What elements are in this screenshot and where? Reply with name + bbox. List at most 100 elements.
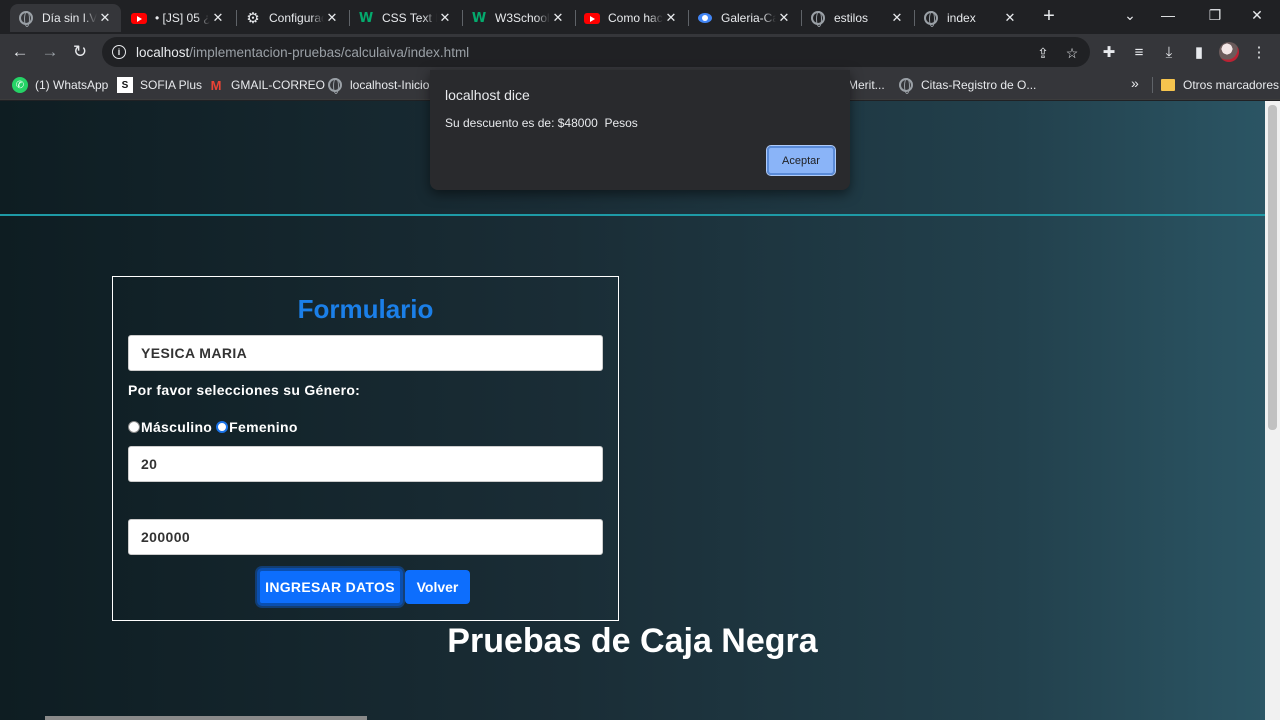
minimize-button[interactable]: — [1145, 0, 1191, 30]
url-path: /implementacion-pruebas/calculaiva/index… [189, 44, 470, 60]
tab-w3schools[interactable]: W W3Schools ✕ [463, 4, 574, 32]
ingresar-datos-button[interactable]: INGRESAR DATOS [257, 568, 403, 606]
name-input[interactable]: YESICA MARIA [128, 335, 603, 371]
close-icon[interactable]: ✕ [210, 10, 226, 26]
tab-index[interactable]: index ✕ [915, 4, 1026, 32]
globe-icon [327, 77, 343, 94]
bookmark-separator [1152, 77, 1153, 93]
globe-icon [923, 10, 939, 27]
close-icon[interactable]: ✕ [889, 10, 905, 26]
bookmark-label: localhost-Inicio [350, 78, 430, 92]
back-arrow-icon[interactable]: ← [6, 38, 34, 66]
globe-icon [810, 10, 826, 27]
page-viewport: Página para Día sin I.V.A Formulario YES… [0, 101, 1265, 720]
form-title: Formulario [297, 294, 434, 324]
tab-css-text[interactable]: W CSS Text D ✕ [350, 4, 461, 32]
sofia-icon: S [117, 77, 133, 93]
download-icon[interactable]: ⤓ [1159, 42, 1179, 62]
share-icon[interactable]: ⇪ [1034, 44, 1052, 62]
gallery-icon [697, 10, 713, 26]
age-input[interactable]: 20 [128, 446, 603, 482]
bookmark-label: GMAIL-CORREO [231, 78, 326, 92]
restore-button[interactable]: ❐ [1192, 0, 1238, 30]
reload-icon[interactable]: ↻ [66, 38, 94, 66]
globe-icon [18, 10, 34, 27]
youtube-icon [584, 10, 600, 26]
tab-js[interactable]: • [JS] 05 ¿C ✕ [123, 4, 234, 32]
tab-configuracion[interactable]: ⚙ Configuraci ✕ [237, 4, 348, 32]
tab-como-hacer[interactable]: Como hacer ✕ [576, 4, 687, 32]
bookmark-merit[interactable]: Merit... [848, 76, 885, 94]
close-icon[interactable]: ✕ [663, 10, 679, 26]
side-panel-icon[interactable]: ▮ [1189, 42, 1209, 62]
gender-radio-group: Másculino Femenino [128, 419, 298, 435]
vertical-scrollbar[interactable] [1265, 101, 1280, 720]
close-icon[interactable]: ✕ [550, 10, 566, 26]
bookmark-label: (1) WhatsApp [35, 78, 109, 92]
new-tab-button[interactable]: + [1038, 5, 1060, 27]
tab-title: Como hacer [608, 11, 663, 25]
scroll-thumb[interactable] [1268, 105, 1277, 430]
radio-masculino[interactable] [128, 421, 140, 433]
w3schools-icon: W [358, 10, 374, 26]
tab-title: index [947, 11, 976, 25]
tab-title: Día sin I.V.A [42, 11, 97, 25]
url-host: localhost [136, 44, 190, 60]
forward-arrow-icon[interactable]: → [36, 38, 64, 66]
close-icon[interactable]: ✕ [324, 10, 340, 26]
whatsapp-icon: ✆ [12, 77, 28, 93]
tab-title: Configuraci [269, 11, 324, 25]
address-bar[interactable]: i localhost/implementacion-pruebas/calcu… [102, 37, 1090, 67]
bookmark-label: Citas-Registro de O... [921, 78, 1037, 92]
close-icon[interactable]: ✕ [776, 10, 792, 26]
bookmark-citas[interactable]: Citas-Registro de O... [898, 76, 1036, 94]
bookmark-label: Merit... [848, 78, 885, 92]
gender-label: Por favor selecciones su Género: [128, 382, 361, 398]
bookmark-sofia-plus[interactable]: S SOFIA Plus [117, 76, 202, 94]
radio-label-femenino: Femenino [229, 419, 298, 435]
divider [0, 214, 1265, 216]
bookmark-whatsapp[interactable]: ✆ (1) WhatsApp [12, 76, 108, 94]
tab-title: Galeria-Cas [721, 11, 776, 25]
volver-button[interactable]: Volver [405, 570, 470, 604]
site-info-icon[interactable]: i [112, 45, 126, 59]
aceptar-button[interactable]: Aceptar [766, 145, 836, 176]
tab-title: CSS Text D [382, 11, 437, 25]
globe-icon [898, 77, 914, 94]
horizontal-scrollbar[interactable] [45, 716, 367, 720]
bookmark-label: SOFIA Plus [140, 78, 203, 92]
media-queue-icon[interactable]: ≡ [1129, 42, 1149, 62]
close-icon[interactable]: ✕ [97, 10, 113, 26]
close-icon[interactable]: ✕ [1002, 10, 1018, 26]
radio-label-masculino: Másculino [141, 419, 213, 435]
chevron-more-icon[interactable]: » [1131, 75, 1139, 91]
extensions-icon[interactable]: ✚ [1099, 42, 1119, 62]
menu-kebab-icon[interactable]: ⋮ [1249, 42, 1269, 62]
gear-icon: ⚙ [246, 10, 260, 27]
bookmark-star-icon[interactable]: ☆ [1063, 44, 1081, 62]
alert-dialog: localhost dice Su descuento es de: $4800… [430, 70, 850, 190]
url-text[interactable]: localhost/implementacion-pruebas/calcula… [136, 45, 469, 60]
form-container: Formulario YESICA MARIA Por favor selecc… [112, 276, 619, 621]
close-window-button[interactable]: ✕ [1234, 0, 1280, 30]
gmail-icon: M [210, 77, 222, 93]
bookmark-otros-marcadores[interactable]: Otros marcadores [1160, 76, 1279, 94]
dialog-message: Su descuento es de: $48000 Pesos [445, 116, 638, 130]
close-icon[interactable]: ✕ [437, 10, 453, 26]
bookmark-label: Otros marcadores [1183, 78, 1280, 92]
tab-dia-sin-iva[interactable]: Día sin I.V.A ✕ [10, 4, 121, 32]
tab-title: W3Schools [495, 11, 550, 25]
dialog-title: localhost dice [445, 87, 530, 103]
tab-title: • [JS] 05 ¿C [155, 11, 210, 25]
tab-galeria[interactable]: Galeria-Cas ✕ [689, 4, 800, 32]
avatar[interactable] [1219, 42, 1239, 62]
tab-estilos[interactable]: estilos ✕ [802, 4, 913, 32]
folder-icon [1160, 77, 1176, 93]
youtube-icon [131, 10, 147, 26]
page-subtitle: Pruebas de Caja Negra [447, 622, 818, 660]
amount-input[interactable]: 200000 [128, 519, 603, 555]
bookmark-localhost-inicio[interactable]: localhost-Inicio [327, 76, 429, 94]
bookmark-gmail[interactable]: M GMAIL-CORREO [208, 76, 325, 94]
browser-toolbar: ← → ↻ i localhost/implementacion-pruebas… [0, 34, 1280, 70]
radio-femenino[interactable] [216, 421, 229, 433]
